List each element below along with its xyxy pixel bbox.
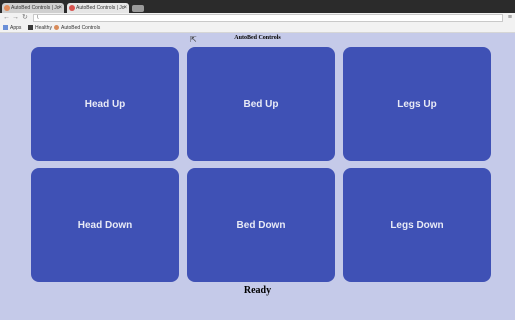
bookmark-apps[interactable]: Apps — [3, 23, 21, 33]
bookmark-autobed-controls[interactable]: AutoBed Controls — [54, 23, 100, 33]
close-icon[interactable]: × — [58, 3, 62, 13]
forward-arrow-icon[interactable]: → — [12, 13, 19, 23]
bookmark-healthy[interactable]: Healthy — [28, 23, 52, 33]
browser-toolbar: ← → ↻ \ ≡ — [0, 13, 515, 23]
browser-tab-active[interactable]: AutoBed Controls | Jo × — [67, 3, 129, 13]
menu-icon[interactable]: ≡ — [508, 13, 512, 23]
legs-down-button[interactable]: Legs Down — [343, 168, 491, 282]
apps-grid-icon — [3, 25, 8, 30]
address-text: \ — [37, 15, 39, 21]
head-up-button[interactable]: Head Up — [31, 47, 179, 161]
page-content: AutoBed Controls ⇱ Head Up Bed Up Legs U… — [0, 33, 515, 320]
status-text: Ready — [243, 285, 272, 296]
page-title: AutoBed Controls — [234, 35, 281, 41]
back-arrow-icon[interactable]: ← — [3, 13, 10, 23]
reload-icon[interactable]: ↻ — [22, 13, 28, 23]
mouse-pointer-icon: ⇱ — [190, 35, 197, 44]
bed-down-button[interactable]: Bed Down — [187, 168, 335, 282]
bookmarks-bar: Apps Healthy AutoBed Controls — [0, 23, 515, 33]
new-tab-button[interactable] — [132, 5, 144, 12]
browser-tab-strip: AutoBed Controls | Jo × AutoBed Controls… — [0, 0, 515, 13]
bed-up-button[interactable]: Bed Up — [187, 47, 335, 161]
tab-label: AutoBed Controls | Jo — [11, 5, 60, 11]
tab-label: AutoBed Controls | Jo — [76, 5, 125, 11]
favicon-icon — [69, 5, 75, 11]
browser-tab[interactable]: AutoBed Controls | Jo × — [2, 3, 64, 13]
close-icon[interactable]: × — [123, 3, 127, 13]
address-bar[interactable]: \ — [33, 14, 503, 22]
favicon-icon — [4, 5, 10, 11]
bookmark-icon — [28, 25, 33, 30]
favicon-icon — [54, 25, 59, 30]
legs-up-button[interactable]: Legs Up — [343, 47, 491, 161]
head-down-button[interactable]: Head Down — [31, 168, 179, 282]
